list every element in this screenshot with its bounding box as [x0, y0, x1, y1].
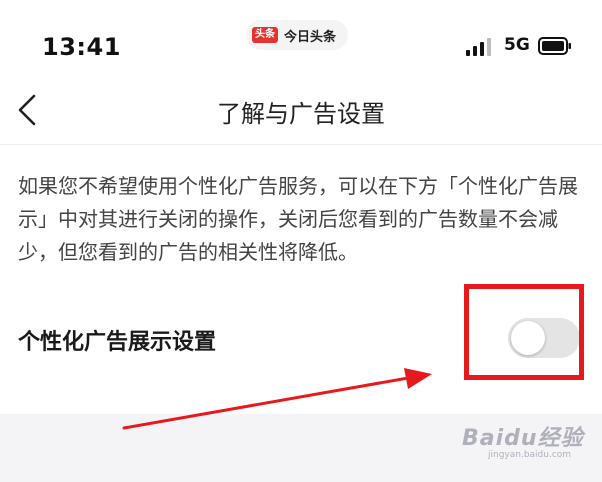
watermark-text: Baidu经验 [462, 426, 584, 451]
app-name: 今日头条 [284, 29, 337, 45]
navigation-bar: 了解与广告设置 [0, 82, 602, 144]
highlight-box [464, 284, 584, 380]
watermark-logo: Baidu经验 jingyan.baidu.com [462, 420, 592, 470]
battery-icon [538, 37, 571, 55]
network-type: 5G [504, 35, 530, 55]
status-bar: 13:41 头条 今日头条 5G [0, 0, 602, 82]
description-text: 如果您不希望使用个性化广告服务，可以在下方「个性化广告展示」中对其进行关闭的操作… [18, 174, 578, 264]
nav-divider [0, 144, 602, 145]
screen: 13:41 头条 今日头条 5G 了解与广告设置 如果您不希望使用个性化广告服务… [0, 0, 602, 482]
page-title: 了解与广告设置 [217, 100, 385, 128]
signal-icon [466, 38, 491, 56]
status-time: 13:41 [42, 33, 121, 61]
setting-label: 个性化广告展示设置 [18, 330, 217, 355]
app-indicator: 头条 今日头条 [246, 20, 349, 50]
app-logo: 头条 [252, 27, 278, 43]
